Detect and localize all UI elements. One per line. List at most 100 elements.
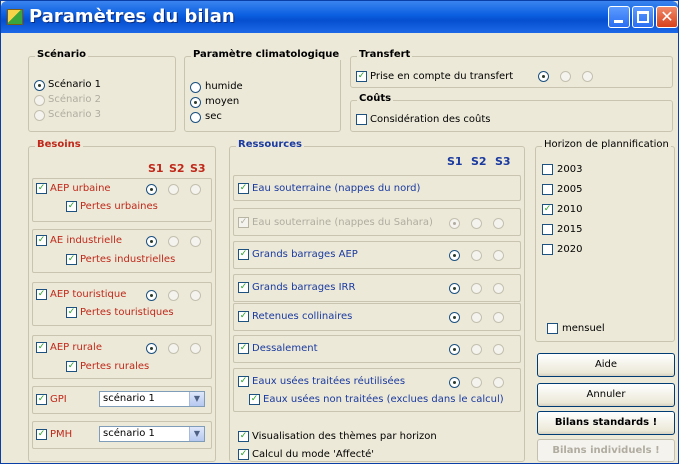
app-icon <box>7 9 23 25</box>
climat-humide-radio[interactable] <box>190 82 201 93</box>
scenario-3-radio <box>34 110 45 121</box>
ressources-col-s2: S2 <box>471 155 487 168</box>
barrages-irr-s1-radio[interactable] <box>449 283 460 294</box>
ae-industrielle-checkbox[interactable]: ✓ <box>36 235 47 246</box>
bilans-individuels-button: Bilans individuels ! <box>537 439 675 462</box>
besoins-col-s1: S1 <box>148 162 164 175</box>
aep-touristique-s2-radio <box>168 290 179 301</box>
pertes-rurales-label: Pertes rurales <box>80 361 150 372</box>
pertes-urbaines-checkbox[interactable]: ✓ <box>66 201 77 212</box>
transfert-label: Prise en compte du transfert <box>370 71 514 82</box>
bilans-standards-button[interactable]: Bilans standards ! <box>537 411 675 435</box>
climat-sec-label: sec <box>205 111 222 122</box>
eau-sahara-checkbox: ✓ <box>238 217 249 228</box>
aep-rurale-checkbox[interactable]: ✓ <box>36 342 47 353</box>
barrages-aep-s1-radio[interactable] <box>449 250 460 261</box>
close-button[interactable]: ✕ <box>656 6 678 28</box>
retenues-label: Retenues collinaires <box>252 311 353 322</box>
eaux-usees-s2-radio <box>471 377 482 388</box>
scenario-1-radio[interactable] <box>34 80 45 91</box>
dessalement-checkbox[interactable]: ✓ <box>238 343 249 354</box>
climat-moyen-radio[interactable] <box>190 97 201 108</box>
ae-industrielle-s1-radio[interactable] <box>146 236 157 247</box>
aep-urbaine-label: AEP urbaine <box>50 183 111 194</box>
dessalement-label: Dessalement <box>252 343 318 354</box>
couts-title: Coûts <box>357 93 394 104</box>
window-title: Paramètres du bilan <box>29 6 235 27</box>
year-2003-checkbox[interactable] <box>542 164 553 175</box>
pmh-label: PMH <box>50 429 73 440</box>
year-2015-label: 2015 <box>557 224 583 235</box>
ae-industrielle-label: AE industrielle <box>50 235 123 246</box>
aide-button[interactable]: Aide <box>537 353 675 377</box>
aep-rurale-label: AEP rurale <box>50 342 102 353</box>
calcul-affecte-checkbox[interactable]: ✓ <box>238 449 249 460</box>
chevron-down-icon[interactable]: ▼ <box>189 392 204 406</box>
horizon-title: Horizon de plannification <box>542 139 671 150</box>
pertes-industrielles-checkbox[interactable]: ✓ <box>66 254 77 265</box>
gpi-checkbox[interactable]: ✓ <box>36 394 47 405</box>
eau-nord-checkbox[interactable]: ✓ <box>238 183 249 194</box>
gpi-select-value: scénario 1 <box>103 393 155 404</box>
aep-urbaine-s3-radio <box>190 184 201 195</box>
pmh-select-value: scénario 1 <box>103 428 155 439</box>
scenario-title: Scénario <box>35 49 89 60</box>
scenario-1-label: Scénario 1 <box>48 79 102 90</box>
barrages-aep-label: Grands barrages AEP <box>252 249 358 260</box>
ressources-title: Ressources <box>236 139 304 150</box>
barrages-aep-checkbox[interactable]: ✓ <box>238 249 249 260</box>
eaux-non-traitees-label: Eaux usées non traitées (exclues dans le… <box>263 394 504 405</box>
year-2015-checkbox[interactable] <box>542 224 553 235</box>
transfert-s3-radio <box>582 71 593 82</box>
eau-sahara-s1-radio <box>449 218 460 229</box>
dessalement-s1-radio[interactable] <box>449 344 460 355</box>
eaux-usees-checkbox[interactable]: ✓ <box>238 376 249 387</box>
aep-rurale-s1-radio[interactable] <box>146 343 157 354</box>
pmh-checkbox[interactable]: ✓ <box>36 429 47 440</box>
aep-touristique-checkbox[interactable]: ✓ <box>36 289 47 300</box>
pertes-touristiques-checkbox[interactable]: ✓ <box>66 307 77 318</box>
besoins-title: Besoins <box>35 139 83 150</box>
aep-urbaine-checkbox[interactable]: ✓ <box>36 183 47 194</box>
year-2020-checkbox[interactable] <box>542 244 553 255</box>
visualisation-label: Visualisation des thèmes par horizon <box>252 431 437 442</box>
year-2005-checkbox[interactable] <box>542 184 553 195</box>
maximize-button[interactable] <box>632 6 654 28</box>
climat-moyen-label: moyen <box>205 96 240 107</box>
retenues-s1-radio[interactable] <box>449 312 460 323</box>
barrages-irr-s3-radio <box>493 283 504 294</box>
close-icon: ✕ <box>660 7 674 26</box>
dessalement-s2-radio <box>471 344 482 355</box>
year-2010-checkbox[interactable]: ✓ <box>542 204 553 215</box>
aep-touristique-s3-radio <box>190 290 201 301</box>
eau-sahara-s3-radio <box>493 218 504 229</box>
mensuel-checkbox[interactable] <box>547 323 558 334</box>
couts-checkbox[interactable] <box>356 114 367 125</box>
annuler-button[interactable]: Annuler <box>537 383 675 407</box>
aep-urbaine-s1-radio[interactable] <box>146 184 157 195</box>
eaux-usees-s1-radio[interactable] <box>449 377 460 388</box>
transfert-title: Transfert <box>357 49 413 60</box>
chevron-down-icon[interactable]: ▼ <box>189 427 204 441</box>
visualisation-checkbox[interactable]: ✓ <box>238 431 249 442</box>
retenues-checkbox[interactable]: ✓ <box>238 311 249 322</box>
eau-nord-label: Eau souterraine (nappes du nord) <box>252 183 421 194</box>
aep-touristique-s1-radio[interactable] <box>146 290 157 301</box>
parametres-window: Paramètres du bilan ✕ Scénario Scénario … <box>0 0 679 464</box>
title-bar[interactable]: Paramètres du bilan ✕ <box>1 1 678 33</box>
gpi-select[interactable]: scénario 1 ▼ <box>99 391 205 407</box>
climat-humide-label: humide <box>205 81 243 92</box>
eaux-non-traitees-checkbox[interactable]: ✓ <box>249 394 260 405</box>
transfert-checkbox[interactable]: ✓ <box>356 71 367 82</box>
barrages-irr-checkbox[interactable]: ✓ <box>238 282 249 293</box>
ae-industrielle-s3-radio <box>190 236 201 247</box>
pertes-rurales-checkbox[interactable]: ✓ <box>66 361 77 372</box>
aep-rurale-s2-radio <box>168 343 179 354</box>
minimize-button[interactable] <box>608 6 630 28</box>
aep-touristique-label: AEP touristique <box>50 289 127 300</box>
pmh-select[interactable]: scénario 1 ▼ <box>99 426 205 442</box>
horizon-group: Horizon de plannification <box>535 139 675 342</box>
climat-sec-radio[interactable] <box>190 112 201 123</box>
pertes-touristiques-label: Pertes touristiques <box>80 307 174 318</box>
transfert-s1-radio[interactable] <box>538 71 549 82</box>
